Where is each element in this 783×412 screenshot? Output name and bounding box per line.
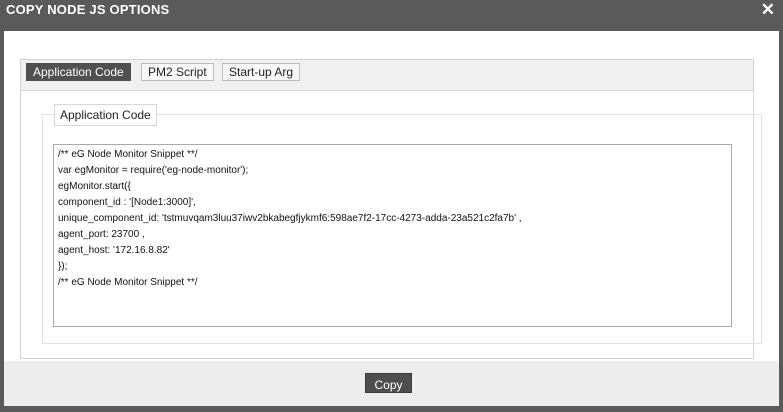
- code-line: });: [58, 261, 68, 272]
- close-icon[interactable]: ✕: [761, 1, 775, 19]
- tab-start-up-arg[interactable]: Start-up Arg: [222, 63, 301, 81]
- dialog-title: COPY NODE JS OPTIONS: [6, 2, 170, 17]
- tab-bar: Application Code PM2 Script Start-up Arg: [21, 60, 753, 91]
- code-line: agent_host: '172.16.8.82': [58, 245, 170, 256]
- fieldset-legend: Application Code: [54, 104, 157, 126]
- code-line: egMonitor.start({: [58, 181, 131, 192]
- code-line: /** eG Node Monitor Snippet **/: [58, 277, 198, 288]
- code-textarea[interactable]: /** eG Node Monitor Snippet **/ var egMo…: [53, 144, 732, 327]
- tab-pm2-script[interactable]: PM2 Script: [141, 63, 214, 81]
- dialog-titlebar: COPY NODE JS OPTIONS ✕: [0, 0, 783, 30]
- dialog-body: Application Code PM2 Script Start-up Arg…: [4, 31, 779, 361]
- copy-node-js-options-dialog: COPY NODE JS OPTIONS ✕ Application Code …: [0, 0, 783, 412]
- application-code-fieldset: Application Code /** eG Node Monitor Sni…: [42, 104, 762, 344]
- code-line: component_id : '[Node1:3000]',: [58, 197, 196, 208]
- dialog-footer: Copy: [4, 361, 779, 406]
- copy-button[interactable]: Copy: [365, 373, 412, 393]
- code-line: agent_port: 23700 ,: [58, 229, 145, 240]
- tab-container: Application Code PM2 Script Start-up Arg…: [20, 59, 762, 359]
- code-line: /** eG Node Monitor Snippet **/: [58, 149, 198, 160]
- code-line: unique_component_id: 'tstmuvqam3luu37iwv…: [58, 213, 522, 224]
- code-line: var egMonitor = require('eg-node-monitor…: [58, 165, 249, 176]
- tab-application-code[interactable]: Application Code: [26, 63, 131, 81]
